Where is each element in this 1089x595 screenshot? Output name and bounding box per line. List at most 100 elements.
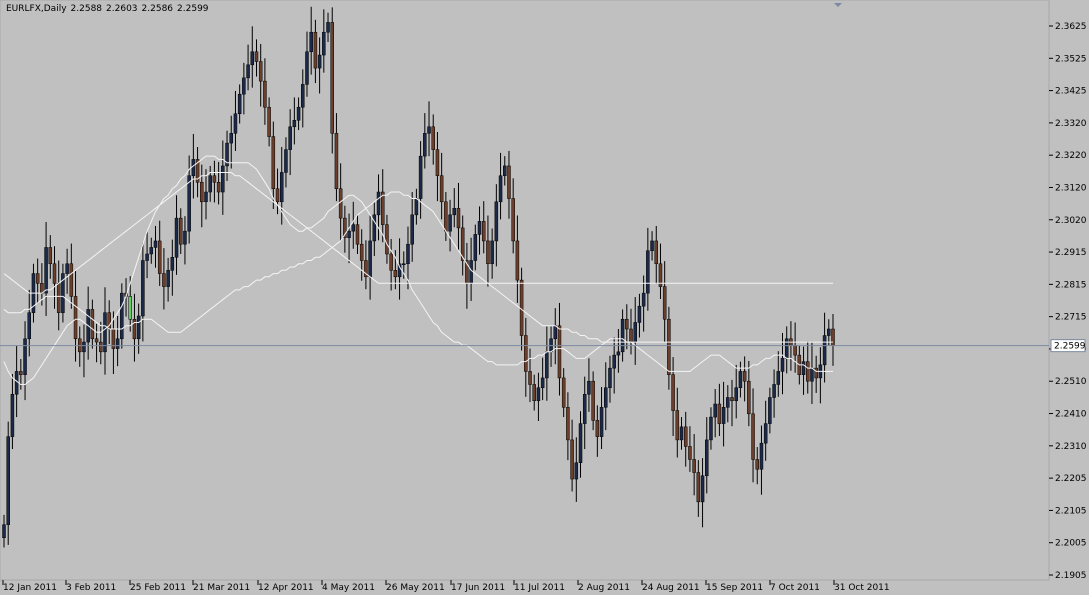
candle xyxy=(145,231,149,279)
candle xyxy=(637,293,642,338)
candle-body xyxy=(582,393,587,424)
chart-shift-marker[interactable] xyxy=(834,3,842,7)
candle xyxy=(730,379,734,427)
candle-body xyxy=(528,371,532,385)
candle-body xyxy=(561,377,566,408)
candle xyxy=(326,12,330,42)
candle xyxy=(359,229,364,281)
candle-body xyxy=(275,188,280,203)
candle-body xyxy=(52,263,57,284)
candle xyxy=(364,240,368,290)
candle xyxy=(822,312,827,383)
y-tick-label: 2.3120 xyxy=(1055,183,1087,193)
candle xyxy=(267,97,271,147)
candle-body xyxy=(599,407,604,437)
candle-body xyxy=(23,338,27,375)
candle xyxy=(347,213,351,264)
candle xyxy=(726,385,730,423)
candle xyxy=(225,130,229,181)
candle xyxy=(662,261,667,343)
candle-body xyxy=(578,423,583,463)
price-label-box: 2.2599 xyxy=(1050,339,1086,353)
plot-frame xyxy=(0,0,1050,581)
candle-body xyxy=(246,64,250,79)
candle xyxy=(141,242,145,342)
candles-layer xyxy=(2,6,835,548)
candle-body xyxy=(822,335,827,366)
candle xyxy=(608,355,612,403)
y-tick-label: 2.2005 xyxy=(1055,539,1087,549)
candle xyxy=(582,376,587,450)
candle-body xyxy=(810,367,814,382)
candle-body xyxy=(814,367,818,379)
candle xyxy=(389,238,393,291)
candle-body xyxy=(444,201,448,232)
candle-body xyxy=(414,198,419,216)
candle-body xyxy=(313,31,318,69)
candle xyxy=(536,372,541,421)
candle-body xyxy=(347,230,351,238)
candle-body xyxy=(99,341,103,353)
candle-body xyxy=(831,328,835,346)
candle xyxy=(157,220,162,286)
candle xyxy=(591,371,595,431)
candle xyxy=(515,215,520,303)
candle-body xyxy=(772,384,776,398)
candle-body xyxy=(200,181,204,203)
candle xyxy=(818,347,823,404)
candle-body xyxy=(115,338,120,349)
candle-body xyxy=(717,403,722,424)
candle-body xyxy=(410,214,414,245)
low-value: 2.2586 xyxy=(141,4,174,14)
candle-body xyxy=(376,191,381,216)
candle xyxy=(759,425,764,495)
candle-body xyxy=(641,292,646,307)
candle-body xyxy=(486,240,490,265)
open-value: 2.2588 xyxy=(70,4,103,14)
candle xyxy=(679,417,684,450)
candle xyxy=(334,113,339,202)
candle-body xyxy=(204,191,208,203)
y-tick-label: 2.2410 xyxy=(1055,410,1087,420)
candle-body xyxy=(507,165,511,199)
candle-body xyxy=(793,345,797,356)
candle-body xyxy=(44,247,48,294)
candle-body xyxy=(355,224,360,245)
candle-body xyxy=(128,296,132,320)
candle xyxy=(460,215,465,276)
candle xyxy=(258,43,263,107)
x-tick-label: 26 May 2011 xyxy=(386,583,445,593)
candle xyxy=(604,362,608,431)
candle-body xyxy=(545,351,549,379)
high-value: 2.2603 xyxy=(106,4,138,14)
candle-body xyxy=(423,133,427,157)
symbol-label: EURLFX,Daily xyxy=(6,4,67,14)
y-tick-label: 2.2205 xyxy=(1055,474,1087,484)
candle-body xyxy=(254,51,259,62)
candle xyxy=(498,152,503,220)
candle-body xyxy=(730,397,734,402)
x-tick-label: 3 Feb 2011 xyxy=(66,583,116,593)
candle xyxy=(44,222,48,316)
candle xyxy=(385,214,389,264)
candle-body xyxy=(170,257,175,271)
candle-body xyxy=(174,217,179,258)
candle xyxy=(448,199,452,252)
candle-body xyxy=(153,240,158,248)
candle xyxy=(73,270,78,362)
x-tick-label: 2 Aug 2011 xyxy=(578,583,630,593)
candle-body xyxy=(187,175,191,232)
candle xyxy=(61,263,65,323)
candle-body xyxy=(296,106,301,121)
candle xyxy=(23,321,27,401)
candle xyxy=(322,9,326,73)
candle xyxy=(696,460,701,517)
price-chart[interactable]: 2.3625 2.3525 2.3425 2.3320 2.3220 2.3120 2.30… xyxy=(0,0,1089,595)
candle xyxy=(90,299,95,349)
y-tick-label: 2.3220 xyxy=(1055,151,1087,161)
candle xyxy=(343,205,347,253)
candle-body xyxy=(120,292,124,340)
candle xyxy=(742,356,747,402)
candle xyxy=(755,447,760,485)
candle-body xyxy=(267,106,271,137)
